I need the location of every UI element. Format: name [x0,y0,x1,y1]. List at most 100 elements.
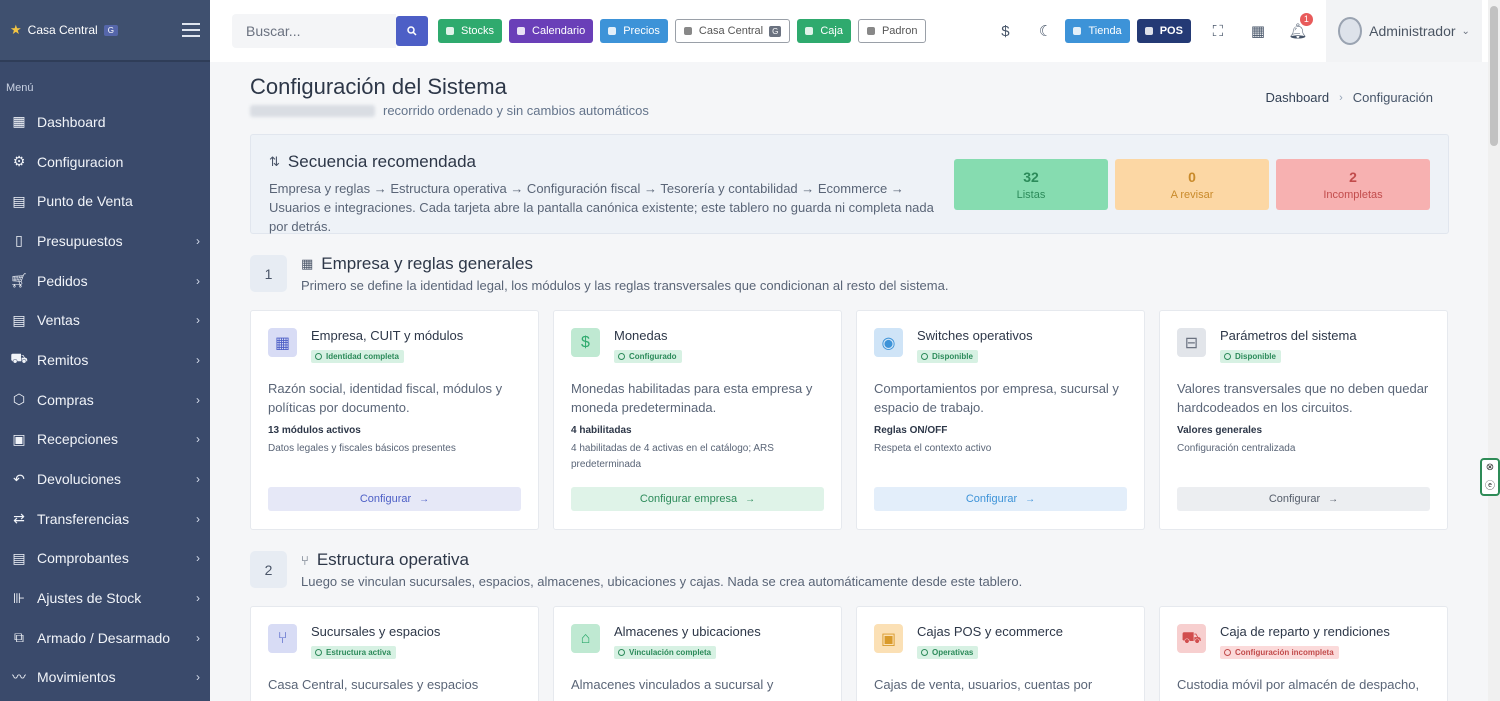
bell-icon[interactable]: 🔔︎ 1 [1288,13,1313,40]
sidebar-item-compras[interactable]: ⬡ Compras › [0,380,210,420]
receipt-icon: ▤ [12,549,26,566]
hamburger-menu-icon[interactable] [182,23,200,37]
sidebar-brand[interactable]: Casa Central [28,23,98,37]
return-icon: ↶ [13,470,25,487]
status-badge: Operativas [917,646,979,659]
config-card-par-metros-del-sistema[interactable]: ⊟ Parámetros del sistema Disponible Valores… [1159,310,1448,530]
currency-icon[interactable]: $ [996,22,1014,40]
check-icon [921,353,928,360]
blurred-text [250,104,375,117]
sidebar-item-label: Transferencias [37,510,130,527]
sidebar-item-pedidos[interactable]: 🛒︎ Pedidos › [0,261,210,301]
sidebar-item-comprobantes[interactable]: ▤ Comprobantes › [0,539,210,579]
config-card-sucursales-y-espacios[interactable]: ⑂ Sucursales y espacios Estructura activa C… [250,606,539,701]
config-card-switches-operativos[interactable]: ◉ Switches operativos Disponible Comportami… [856,310,1145,530]
sidebar-item-punto-de-venta[interactable]: ▤ Punto de Venta [0,181,210,221]
tienda-button[interactable]: Tienda [1065,19,1130,43]
moon-icon[interactable]: ☾ [1036,22,1054,40]
card-detail: Configuración centralizada [1177,443,1296,454]
config-card-cajas-pos-y-ecommerce[interactable]: ▣ Cajas POS y ecommerce Operativas Cajas de… [856,606,1145,701]
sidebar-item-label: Dashboard [37,113,106,130]
sidebar-item-movimientos[interactable]: 〰 Movimientos › [0,658,210,698]
sidebar-item-recepciones[interactable]: ▣ Recepciones › [0,420,210,460]
sequence-text: Empresa y reglas → Estructura operativa … [269,181,934,234]
config-card-almacenes-y-ubicaciones[interactable]: ⌂ Almacenes y ubicaciones Vinculación comp… [553,606,842,701]
close-icon[interactable]: ⊗ [1486,462,1494,473]
store-icon [1073,27,1082,35]
sidebar-item-label: Compras [37,391,94,408]
sidebar-item-transferencias[interactable]: ⇄ Transferencias › [0,499,210,539]
sidebar-item-ajustes-de-stock[interactable]: ⊪ Ajustes de Stock › [0,578,210,618]
config-card-caja-de-reparto-y-rendiciones[interactable]: ⛟ Caja de reparto y rendiciones Configurac… [1159,606,1448,701]
chevron-right-icon: › [1339,91,1343,104]
config-card-monedas[interactable]: $ Monedas Configurado Monedas habilitadas p… [553,310,842,530]
building-icon: ▦ [268,328,297,357]
card-summary: 13 módulos activos [268,425,361,436]
scrollbar[interactable] [1488,0,1500,701]
configure-button[interactable]: Configurar → [1177,487,1430,511]
user-menu[interactable]: Administrador ⌄ [1325,0,1482,62]
status-badge: Disponible [1220,350,1281,363]
caja-button[interactable]: Caja [797,19,851,43]
breadcrumb-dashboard[interactable]: Dashboard [1266,90,1330,105]
star-icon[interactable]: ★ [10,22,22,38]
stocks-button[interactable]: Stocks [438,19,503,43]
page-subtitle: recorrido ordenado y sin cambios automát… [250,103,649,118]
check-icon [921,649,928,656]
configure-button-label: Configurar [1268,493,1321,505]
topbar: Buscar... Stocks Calendario Precios Casa… [210,0,1490,62]
pos-button[interactable]: POS [1136,19,1191,43]
fullscreen-icon[interactable]: ⛶ [1209,22,1227,40]
chevron-down-icon: ⌄ [1461,25,1470,37]
sidebar-item-label: Punto de Venta [37,193,133,210]
section-title: ▦ Empresa y reglas generales [301,254,533,274]
menu-section-label: Menú [6,82,34,94]
side-widget[interactable]: ⊗ ⓔ [1480,458,1500,496]
sidebar-item-label: Presupuestos [37,232,123,249]
sidebar-item-configuracion[interactable]: ⚙ Configuracion [0,142,210,182]
section-number: 1 [250,255,287,292]
sidebar-item-dashboard[interactable]: ▦ Dashboard [0,102,210,142]
calendar-button[interactable]: Calendario [509,19,594,43]
padron-button[interactable]: Padron [857,19,927,43]
card-description: Custodia móvil por almacén de despacho, [1177,677,1420,692]
card-title: Sucursales y espacios [311,624,441,639]
sidebar-item-presupuestos[interactable]: ▯ Presupuestos › [0,221,210,261]
sidebar-item-label: Ajustes de Stock [37,590,142,607]
status-badge: Vinculación completa [614,646,717,659]
sidebar-item-armado-desarmado[interactable]: ⧉ Armado / Desarmado › [0,618,210,658]
configure-button[interactable]: Configurar → [268,487,521,511]
scrollbar-thumb[interactable] [1490,6,1498,146]
sidebar-item-label: Configuracion [37,153,124,170]
prices-button[interactable]: Precios [600,19,668,43]
dollar-icon [608,27,617,35]
card-title: Parámetros del sistema [1220,328,1357,343]
stat-label: A revisar [1170,188,1214,201]
chevron-right-icon: › [196,630,200,645]
sidebar-item-devoluciones[interactable]: ↶ Devoluciones › [0,459,210,499]
caja-label: Caja [820,25,843,37]
chevron-right-icon: › [196,511,200,526]
stocks-icon [446,27,454,35]
cashbox-icon [805,27,814,35]
chevron-right-icon: › [196,432,200,447]
card-description: Valores transversales que no deben queda… [1177,381,1429,415]
configure-button[interactable]: Configurar → [874,487,1127,511]
search-input[interactable]: Buscar... [232,14,396,48]
configure-button[interactable]: Configurar empresa → [571,487,824,511]
stocks-label: Stocks [461,25,495,37]
section-title-text: Estructura operativa [316,550,469,569]
sidebar-item-label: Devoluciones [37,471,122,488]
branch-selector-button[interactable]: Casa Central G [674,19,791,43]
config-card-empresa-cuit-y-m-dulos[interactable]: ▦ Empresa, CUIT y módulos Identidad comple… [250,310,539,530]
status-badge: Identidad completa [311,350,404,363]
search-button[interactable] [396,16,428,46]
sidebar-item-ventas[interactable]: ▤ Ventas › [0,300,210,340]
info-icon[interactable]: ⓔ [1485,477,1495,492]
check-icon [618,353,625,360]
apps-grid-icon[interactable]: ▦ [1249,22,1267,40]
sidebar-item-remitos[interactable]: ⛟ Remitos › [0,340,210,380]
status-badge: Configuración incompleta [1220,646,1339,659]
sidebar: ★ Casa Central G Menú ▦ Dashboard ⚙ Configu… [0,0,210,701]
subtitle-text: recorrido ordenado y sin cambios automát… [383,103,649,118]
